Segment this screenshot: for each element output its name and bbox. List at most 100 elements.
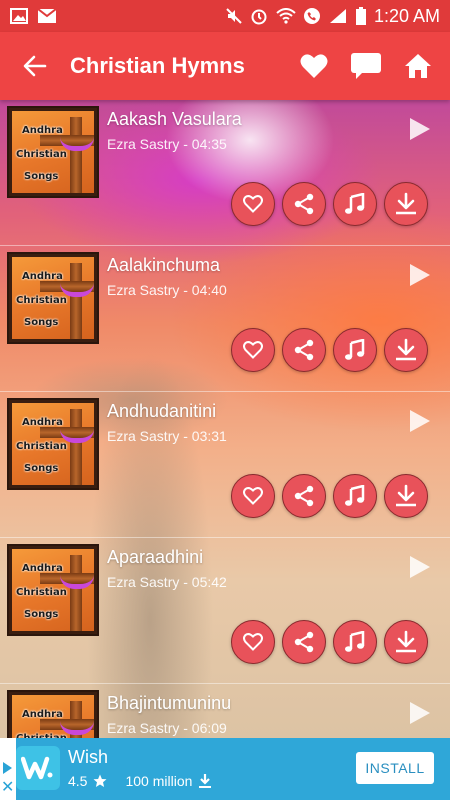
thumbnail-text: Andhra: [22, 709, 63, 720]
ad-choices[interactable]: ✕: [0, 738, 16, 800]
music-note-icon: [345, 339, 365, 360]
install-button[interactable]: INSTALL: [356, 752, 434, 784]
album-thumbnail: Andhra Christian Songs: [7, 252, 99, 344]
ringtone-button[interactable]: [333, 182, 377, 226]
album-thumbnail: Andhra Christian Songs: [7, 398, 99, 490]
download-icon: [396, 192, 416, 215]
download-icon: [396, 484, 416, 507]
ringtone-button[interactable]: [333, 328, 377, 372]
chat-icon: [351, 53, 381, 79]
page-title: Christian Hymns: [70, 53, 245, 78]
wish-logo-icon: [21, 756, 53, 780]
ad-banner[interactable]: ✕ Wish 4.5 100 million INSTALL: [0, 738, 450, 800]
favorite-button[interactable]: [231, 182, 275, 226]
share-button[interactable]: [282, 474, 326, 518]
ad-meta: 4.5 100 million: [68, 773, 212, 789]
music-note-icon: [345, 193, 365, 214]
song-subtitle: Ezra Sastry - 04:35: [107, 136, 227, 152]
back-arrow-icon: [23, 55, 47, 77]
ad-rating: 4.5: [68, 773, 88, 789]
song-list: Andhra Christian Songs Aakash Vasulara E…: [0, 100, 450, 738]
download-button[interactable]: [384, 182, 428, 226]
ad-installs: 100 million: [125, 773, 193, 789]
ringtone-button[interactable]: [333, 620, 377, 664]
home-icon: [405, 54, 431, 78]
thumbnail-text: Andhra: [22, 271, 63, 282]
thumbnail-text: Andhra: [22, 417, 63, 428]
thumbnail-text: Christian: [16, 441, 67, 452]
share-icon: [294, 631, 314, 653]
list-item[interactable]: Andhra Christian Songs Bhajintumuninu Ez…: [0, 684, 450, 738]
list-item[interactable]: Andhra Christian Songs Aalakinchuma Ezra…: [0, 246, 450, 392]
list-item[interactable]: Andhra Christian Songs Aakash Vasulara E…: [0, 100, 450, 246]
favorite-button[interactable]: [231, 620, 275, 664]
status-bar: 1:20 AM: [0, 0, 450, 32]
song-subtitle: Ezra Sastry - 05:42: [107, 574, 227, 590]
status-time: 1:20 AM: [373, 5, 440, 26]
thumbnail-text: Songs: [24, 317, 59, 328]
heart-icon: [300, 54, 328, 78]
play-icon[interactable]: [410, 702, 430, 724]
signal-icon: [329, 9, 346, 23]
mail-icon: [38, 9, 56, 23]
share-button[interactable]: [282, 182, 326, 226]
thumbnail-text: Andhra: [22, 563, 63, 574]
ringtone-button[interactable]: [333, 474, 377, 518]
download-count-icon: [199, 774, 212, 788]
mute-icon: [226, 8, 242, 24]
download-icon: [396, 630, 416, 653]
favorites-button[interactable]: [300, 53, 328, 79]
thumbnail-text: Songs: [24, 463, 59, 474]
phone-icon: [303, 8, 320, 24]
album-thumbnail: Andhra Christian Songs: [7, 690, 99, 738]
favorite-button[interactable]: [231, 328, 275, 372]
home-button[interactable]: [404, 53, 432, 79]
share-icon: [294, 193, 314, 215]
download-icon: [396, 338, 416, 361]
share-icon: [294, 339, 314, 361]
battery-icon: [355, 7, 366, 25]
thumbnail-text: Christian: [16, 149, 67, 160]
wifi-icon: [276, 8, 296, 24]
play-icon[interactable]: [410, 410, 430, 432]
share-button[interactable]: [282, 620, 326, 664]
thumbnail-text: Christian: [16, 587, 67, 598]
list-item[interactable]: Andhra Christian Songs Aparaadhini Ezra …: [0, 538, 450, 684]
album-thumbnail: Andhra Christian Songs: [7, 106, 99, 198]
thumbnail-text: Songs: [24, 171, 59, 182]
download-button[interactable]: [384, 620, 428, 664]
thumbnail-text: Andhra: [22, 125, 63, 136]
song-title: Andhudanitini: [107, 401, 217, 421]
song-subtitle: Ezra Sastry - 06:09: [107, 720, 227, 736]
back-button[interactable]: [0, 32, 70, 100]
play-icon[interactable]: [410, 264, 430, 286]
favorite-icon: [243, 633, 263, 651]
song-title: Bhajintumuninu: [107, 693, 232, 713]
wish-logo: [16, 746, 60, 790]
star-icon: [93, 774, 107, 787]
image-icon: [10, 8, 28, 24]
music-note-icon: [345, 485, 365, 506]
ad-app-name: Wish: [68, 747, 108, 767]
play-icon[interactable]: [410, 556, 430, 578]
alarm-icon: [251, 9, 267, 25]
favorite-icon: [243, 195, 263, 213]
favorite-icon: [243, 341, 263, 359]
ad-choices-icon: [3, 762, 12, 774]
close-icon[interactable]: ✕: [1, 780, 14, 796]
song-title: Aparaadhini: [107, 547, 204, 567]
thumbnail-text: Songs: [24, 609, 59, 620]
play-icon[interactable]: [410, 118, 430, 140]
favorite-button[interactable]: [231, 474, 275, 518]
share-button[interactable]: [282, 328, 326, 372]
music-note-icon: [345, 631, 365, 652]
song-subtitle: Ezra Sastry - 04:40: [107, 282, 227, 298]
app-bar: Christian Hymns: [0, 32, 450, 100]
thumbnail-text: Christian: [16, 295, 67, 306]
download-button[interactable]: [384, 474, 428, 518]
share-icon: [294, 485, 314, 507]
chat-button[interactable]: [350, 52, 382, 80]
album-thumbnail: Andhra Christian Songs: [7, 544, 99, 636]
list-item[interactable]: Andhra Christian Songs Andhudanitini Ezr…: [0, 392, 450, 538]
download-button[interactable]: [384, 328, 428, 372]
